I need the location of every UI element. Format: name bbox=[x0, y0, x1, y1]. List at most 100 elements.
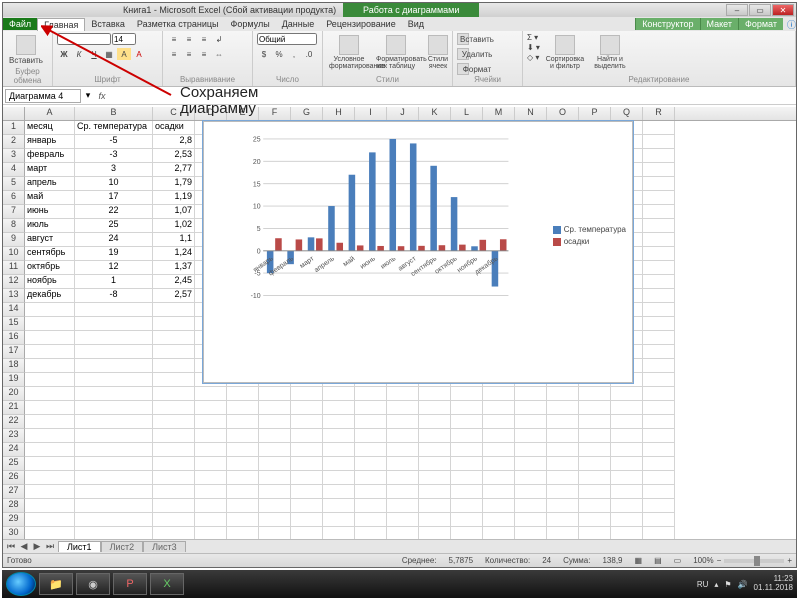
cell[interactable] bbox=[643, 415, 675, 429]
cell[interactable] bbox=[547, 457, 579, 471]
sheet-tab-3[interactable]: Лист3 bbox=[143, 541, 186, 552]
align-top-button[interactable]: ≡ bbox=[167, 33, 181, 45]
cell-styles-button[interactable]: Стили ячеек bbox=[421, 33, 455, 72]
cell[interactable] bbox=[291, 513, 323, 527]
find-select-button[interactable]: Найти и выделить bbox=[590, 33, 630, 72]
cell[interactable] bbox=[195, 443, 227, 457]
row-header[interactable]: 12 bbox=[3, 275, 25, 289]
row-header[interactable]: 16 bbox=[3, 331, 25, 345]
cell[interactable] bbox=[515, 429, 547, 443]
tab-chart-layout[interactable]: Макет bbox=[700, 18, 738, 30]
cell[interactable] bbox=[643, 135, 675, 149]
cell[interactable] bbox=[25, 429, 75, 443]
font-color-button[interactable]: A bbox=[132, 48, 146, 60]
cell[interactable] bbox=[75, 359, 153, 373]
cell[interactable] bbox=[195, 527, 227, 539]
cell[interactable] bbox=[75, 443, 153, 457]
cell[interactable] bbox=[291, 499, 323, 513]
border-button[interactable]: ▦ bbox=[102, 48, 116, 60]
cell[interactable] bbox=[195, 485, 227, 499]
paste-button[interactable]: Вставить bbox=[7, 33, 45, 67]
cell[interactable] bbox=[75, 401, 153, 415]
cell[interactable] bbox=[643, 485, 675, 499]
cell[interactable] bbox=[227, 429, 259, 443]
cell[interactable] bbox=[643, 387, 675, 401]
cell[interactable] bbox=[355, 457, 387, 471]
cell[interactable]: 1,24 bbox=[153, 247, 195, 261]
maximize-button[interactable]: ▭ bbox=[749, 4, 771, 16]
cell[interactable] bbox=[579, 429, 611, 443]
col-header-J[interactable]: J bbox=[387, 107, 419, 120]
view-layout-button[interactable]: ▤ bbox=[654, 556, 662, 565]
cell[interactable] bbox=[259, 415, 291, 429]
cell[interactable]: 25 bbox=[75, 219, 153, 233]
cell[interactable] bbox=[323, 387, 355, 401]
cell[interactable] bbox=[547, 415, 579, 429]
cell[interactable] bbox=[227, 527, 259, 539]
cell[interactable] bbox=[25, 471, 75, 485]
format-table-button[interactable]: Форматировать как таблицу bbox=[374, 33, 418, 72]
cell[interactable]: 2,53 bbox=[153, 149, 195, 163]
cell[interactable] bbox=[515, 443, 547, 457]
cell[interactable] bbox=[611, 401, 643, 415]
cell[interactable]: декабрь bbox=[25, 289, 75, 303]
cell[interactable] bbox=[153, 485, 195, 499]
row-header[interactable]: 6 bbox=[3, 191, 25, 205]
cell[interactable] bbox=[515, 513, 547, 527]
cond-format-button[interactable]: Условное форматирование bbox=[327, 33, 371, 72]
cell[interactable]: 1,07 bbox=[153, 205, 195, 219]
cell[interactable] bbox=[643, 289, 675, 303]
align-bot-button[interactable]: ≡ bbox=[197, 33, 211, 45]
cell[interactable] bbox=[643, 303, 675, 317]
cell[interactable] bbox=[579, 485, 611, 499]
align-mid-button[interactable]: ≡ bbox=[182, 33, 196, 45]
cell[interactable] bbox=[643, 401, 675, 415]
cell[interactable] bbox=[611, 443, 643, 457]
cell[interactable] bbox=[611, 527, 643, 539]
cell[interactable]: осадки bbox=[153, 121, 195, 135]
cell[interactable] bbox=[643, 233, 675, 247]
align-center-button[interactable]: ≡ bbox=[182, 48, 196, 60]
tab-file[interactable]: Файл bbox=[3, 18, 37, 30]
row-header[interactable]: 24 bbox=[3, 443, 25, 457]
cell[interactable] bbox=[387, 443, 419, 457]
col-header-M[interactable]: M bbox=[483, 107, 515, 120]
cell[interactable] bbox=[643, 247, 675, 261]
font-size-input[interactable] bbox=[112, 33, 136, 45]
cell[interactable] bbox=[25, 499, 75, 513]
cell[interactable] bbox=[153, 499, 195, 513]
column-headers[interactable]: ABCDEFGHIJKLMNOPQR bbox=[3, 107, 796, 121]
row-header[interactable]: 22 bbox=[3, 415, 25, 429]
font-name-input[interactable] bbox=[57, 33, 111, 45]
cell[interactable] bbox=[451, 387, 483, 401]
cell[interactable]: 1,02 bbox=[153, 219, 195, 233]
cell[interactable] bbox=[547, 387, 579, 401]
tab-page-layout[interactable]: Разметка страницы bbox=[131, 18, 225, 30]
cell[interactable] bbox=[643, 191, 675, 205]
italic-button[interactable]: К bbox=[72, 48, 86, 60]
row-header[interactable]: 11 bbox=[3, 261, 25, 275]
cell[interactable] bbox=[153, 415, 195, 429]
align-left-button[interactable]: ≡ bbox=[167, 48, 181, 60]
chart-object[interactable]: -10-50510152025январьфевральмартапрельма… bbox=[203, 121, 633, 383]
tab-chart-design[interactable]: Конструктор bbox=[635, 18, 699, 30]
cell[interactable] bbox=[483, 401, 515, 415]
cell[interactable] bbox=[323, 415, 355, 429]
cell[interactable] bbox=[579, 499, 611, 513]
view-normal-button[interactable]: ▦ bbox=[635, 556, 643, 565]
zoom-slider[interactable] bbox=[724, 559, 784, 563]
sheet-tab-2[interactable]: Лист2 bbox=[101, 541, 144, 552]
cell[interactable] bbox=[323, 485, 355, 499]
cell[interactable]: 2,57 bbox=[153, 289, 195, 303]
cell[interactable]: -3 bbox=[75, 149, 153, 163]
cell[interactable] bbox=[387, 401, 419, 415]
cell[interactable] bbox=[483, 457, 515, 471]
wrap-text-button[interactable]: ↲ bbox=[212, 33, 226, 45]
cell[interactable] bbox=[227, 387, 259, 401]
row-header[interactable]: 10 bbox=[3, 247, 25, 261]
cell[interactable]: октябрь bbox=[25, 261, 75, 275]
cell[interactable] bbox=[579, 415, 611, 429]
currency-button[interactable]: $ bbox=[257, 48, 271, 60]
chart-plot-area[interactable]: -10-50510152025январьфевральмартапрельма… bbox=[228, 132, 528, 332]
cell[interactable] bbox=[643, 275, 675, 289]
